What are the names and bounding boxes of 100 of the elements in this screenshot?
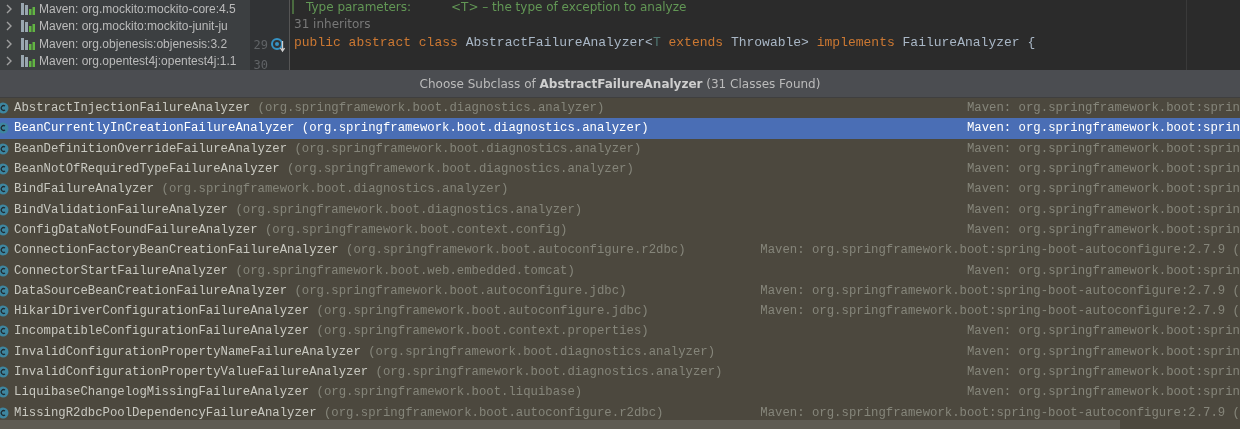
- class-list-item[interactable]: InvalidConfigurationPropertyValueFailureAnalyzer (org.springframework.boot.diagnostics.analyzer) Maven: org.springframework.boot:sprin: [0, 361, 1240, 383]
- code-token: implements: [816, 35, 896, 52]
- class-list-item[interactable]: ConnectorStartFailureAnalyzer (org.springframework.boot.web.embedded.tomcat) Maven: org.springframework.boot:sprin: [0, 260, 1240, 281]
- module-name: Maven: org.springframework.boot:sprin: [965, 141, 1240, 156]
- code-token: FailureAnalyzer {: [902, 35, 1036, 52]
- package-name: (org.springframework.boot.context.properties): [316, 324, 649, 339]
- class-name: BindFailureAnalyzer: [14, 182, 155, 197]
- popup-title: Choose Subclass of AbstractFailureAnalyzer (31 Classes Found): [419, 76, 821, 91]
- module-name: Maven: org.springframework.boot:sprin: [965, 365, 1240, 379]
- tree-item[interactable]: Maven: org.mockito:mockito-core:4.5: [39, 1, 236, 16]
- class-icon: [0, 121, 9, 136]
- package-name: (org.springframework.boot.diagnostics.analyzer): [368, 344, 716, 359]
- class-icon: [0, 202, 9, 217]
- package-name: (org.springframework.boot.diagnostics.analyzer): [287, 162, 634, 177]
- package-name: (org.springframework.boot.autoconfigure.r2dbc): [323, 405, 664, 420]
- package-name: (org.springframework.boot.context.config): [264, 222, 568, 237]
- class-icon: [0, 283, 9, 298]
- code-token: AbstractFailureAnalyzer<: [465, 35, 653, 52]
- package-name: (org.springframework.boot.diagnostics.analyzer): [161, 182, 509, 197]
- code-token: extends: [667, 35, 725, 52]
- class-list-item[interactable]: BindFailureAnalyzer (org.springframework.boot.diagnostics.analyzer) Maven: org.springframework.boot:sprin: [0, 179, 1240, 200]
- library-icon: [20, 19, 36, 34]
- package-name: (org.springframework.boot.autoconfigure.r2dbc): [346, 243, 686, 258]
- class-list-item[interactable]: LiquibaseChangelogMissingFailureAnalyzer (org.springframework.boot.liquibase) Maven: org.springframework.boot:sprin: [0, 382, 1240, 403]
- class-list-item[interactable]: BeanNotOfRequiredTypeFailureAnalyzer (org.springframework.boot.diagnostics.analyzer) Maven: org.springframework.boot:sprin: [0, 158, 1240, 180]
- module-name: Maven: org.springframework.boot:sprin: [965, 222, 1240, 237]
- inheritors-hint[interactable]: 31 inheritors: [294, 14, 1186, 35]
- class-list-item[interactable]: HikariDriverConfigurationFailureAnalyzer (org.springframework.boot.autoconfigure.jdbc) Maven: org.springframework.boot:spring-boot-autoconfigure:2.7.9 (: [0, 300, 1240, 322]
- class-name: InvalidConfigurationPropertyValueFailureAnalyzer: [14, 365, 369, 379]
- class-list-item[interactable]: AbstractInjectionFailureAnalyzer (org.springframework.boot.diagnostics.analyzer) Maven: org.springframework.boot:sprin: [0, 98, 1240, 119]
- doc-comment-tag: Type parameters:: [306, 0, 412, 14]
- package-name: (org.springframework.boot.autoconfigure.jdbc): [316, 304, 649, 319]
- class-icon: [0, 182, 9, 197]
- class-name: BindValidationFailureAnalyzer: [14, 202, 228, 217]
- class-name: IncompatibleConfigurationFailureAnalyzer: [14, 324, 310, 339]
- class-name: LiquibaseChangelogMissingFailureAnalyzer: [14, 385, 310, 400]
- class-name: BeanDefinitionOverrideFailureAnalyzer: [14, 141, 288, 156]
- class-list-item[interactable]: ConfigDataNotFoundFailureAnalyzer (org.springframework.boot.context.config) Maven: org.springframework.boot:sprin: [0, 219, 1240, 241]
- horizontal-scrollbar[interactable]: [0, 420, 1120, 429]
- class-icon: [0, 263, 9, 278]
- library-icon: [20, 36, 36, 51]
- module-name: Maven: org.springframework.boot:sprin: [965, 263, 1240, 278]
- tree-item[interactable]: Maven: org.opentest4j:opentest4j:1.1: [39, 54, 237, 69]
- module-name: Maven: org.springframework.boot:sprin: [965, 202, 1240, 217]
- module-name: Maven: org.springframework.boot:spring-boot-autoconfigure:2.7.9 (: [759, 405, 1240, 420]
- code-token: T: [652, 35, 661, 52]
- class-name: AbstractInjectionFailureAnalyzer: [14, 101, 251, 116]
- class-name: MissingR2dbcPoolDependencyFailureAnalyzer: [14, 405, 317, 420]
- class-icon: [0, 101, 9, 116]
- library-icon: [20, 54, 36, 69]
- class-icon: [0, 162, 9, 177]
- module-name: Maven: org.springframework.boot:sprin: [965, 121, 1240, 136]
- doc-comment-text: <T> – the type of exception to analyze: [451, 0, 687, 14]
- package-name: (org.springframework.boot.diagnostics.analyzer): [235, 202, 583, 217]
- class-icon: [0, 365, 9, 379]
- module-name: Maven: org.springframework.boot:sprin: [965, 182, 1240, 197]
- tree-item[interactable]: Maven: org.objenesis:objenesis:3.2: [39, 36, 228, 51]
- package-name: (org.springframework.boot.liquibase): [316, 385, 583, 400]
- class-icon: [0, 385, 9, 400]
- class-name: ConfigDataNotFoundFailureAnalyzer: [14, 222, 258, 237]
- class-name: ConnectorStartFailureAnalyzer: [14, 263, 228, 278]
- class-name: BeanNotOfRequiredTypeFailureAnalyzer: [14, 162, 280, 177]
- code-token: Throwable>: [730, 35, 810, 52]
- module-name: Maven: org.springframework.boot:spring-boot-autoconfigure:2.7.9 (: [759, 243, 1240, 258]
- class-name: HikariDriverConfigurationFailureAnalyzer: [14, 304, 310, 319]
- class-list-item[interactable]: MissingR2dbcPoolDependencyFailureAnalyzer (org.springframework.boot.autoconfigure.r2dbc) Maven: org.springframework.boot:spring-boot-autoconfigure:2.7.9 (: [0, 402, 1240, 420]
- class-list-item[interactable]: ConnectionFactoryBeanCreationFailureAnalyzer (org.springframework.boot.autoconfigure.r2dbc) Maven: org.springframework.boot:spring-boot-autoconfigure:2.7.9 (: [0, 240, 1240, 261]
- class-name: InvalidConfigurationPropertyNameFailureAnalyzer: [14, 344, 361, 359]
- module-name: Maven: org.springframework.boot:sprin: [965, 101, 1240, 116]
- class-list-item[interactable]: BeanDefinitionOverrideFailureAnalyzer (org.springframework.boot.diagnostics.analyzer) Maven: org.springframework.boot:sprin: [0, 138, 1240, 159]
- package-name: (org.springframework.boot.diagnostics.analyzer): [301, 121, 649, 136]
- class-list-item[interactable]: IncompatibleConfigurationFailureAnalyzer (org.springframework.boot.context.properties) Maven: org.springframework.boot:sprin: [0, 321, 1240, 342]
- class-list-item[interactable]: DataSourceBeanCreationFailureAnalyzer (org.springframework.boot.autoconfigure.jdbc) Maven: org.springframework.boot:spring-boot-autoconfigure:2.7.9 (: [0, 280, 1240, 301]
- class-icon: [0, 141, 9, 156]
- package-name: (org.springframework.boot.diagnostics.analyzer): [375, 365, 723, 379]
- class-name: BeanCurrentlyInCreationFailureAnalyzer: [14, 121, 295, 136]
- code-token: public abstract class: [294, 35, 459, 52]
- class-icon: [0, 344, 9, 359]
- class-name: DataSourceBeanCreationFailureAnalyzer: [14, 283, 288, 298]
- class-icon: [0, 304, 9, 319]
- module-name: Maven: org.springframework.boot:sprin: [965, 344, 1240, 359]
- module-name: Maven: org.springframework.boot:sprin: [965, 162, 1240, 177]
- tree-item[interactable]: Maven: org.mockito:mockito-junit-ju: [39, 19, 228, 34]
- class-list-item[interactable]: BindValidationFailureAnalyzer (org.springframework.boot.diagnostics.analyzer) Maven: org.springframework.boot:sprin: [0, 199, 1240, 220]
- module-name: Maven: org.springframework.boot:sprin: [965, 385, 1240, 400]
- library-icon: [20, 1, 36, 16]
- class-icon: [0, 222, 9, 237]
- module-name: Maven: org.springframework.boot:sprin: [965, 324, 1240, 339]
- class-name: ConnectionFactoryBeanCreationFailureAnalyzer: [14, 243, 339, 258]
- class-icon: [0, 405, 9, 420]
- module-name: Maven: org.springframework.boot:spring-boot-autoconfigure:2.7.9 (: [759, 304, 1240, 319]
- package-name: (org.springframework.boot.web.embedded.tomcat): [235, 263, 575, 278]
- package-name: (org.springframework.boot.autoconfigure.jdbc): [294, 283, 627, 298]
- class-list-item[interactable]: BeanCurrentlyInCreationFailureAnalyzer (org.springframework.boot.diagnostics.analyzer) Maven: org.springframework.boot:sprin: [0, 118, 1240, 139]
- package-name: (org.springframework.boot.diagnostics.analyzer): [294, 141, 642, 156]
- module-name: Maven: org.springframework.boot:spring-boot-autoconfigure:2.7.9 (: [759, 283, 1240, 298]
- class-icon: [0, 243, 9, 258]
- package-name: (org.springframework.boot.diagnostics.analyzer): [257, 101, 605, 116]
- class-icon: [0, 324, 9, 339]
- class-list-item[interactable]: InvalidConfigurationPropertyNameFailureAnalyzer (org.springframework.boot.diagnostics.analyzer) Maven: org.springframework.boot:sprin: [0, 341, 1240, 362]
